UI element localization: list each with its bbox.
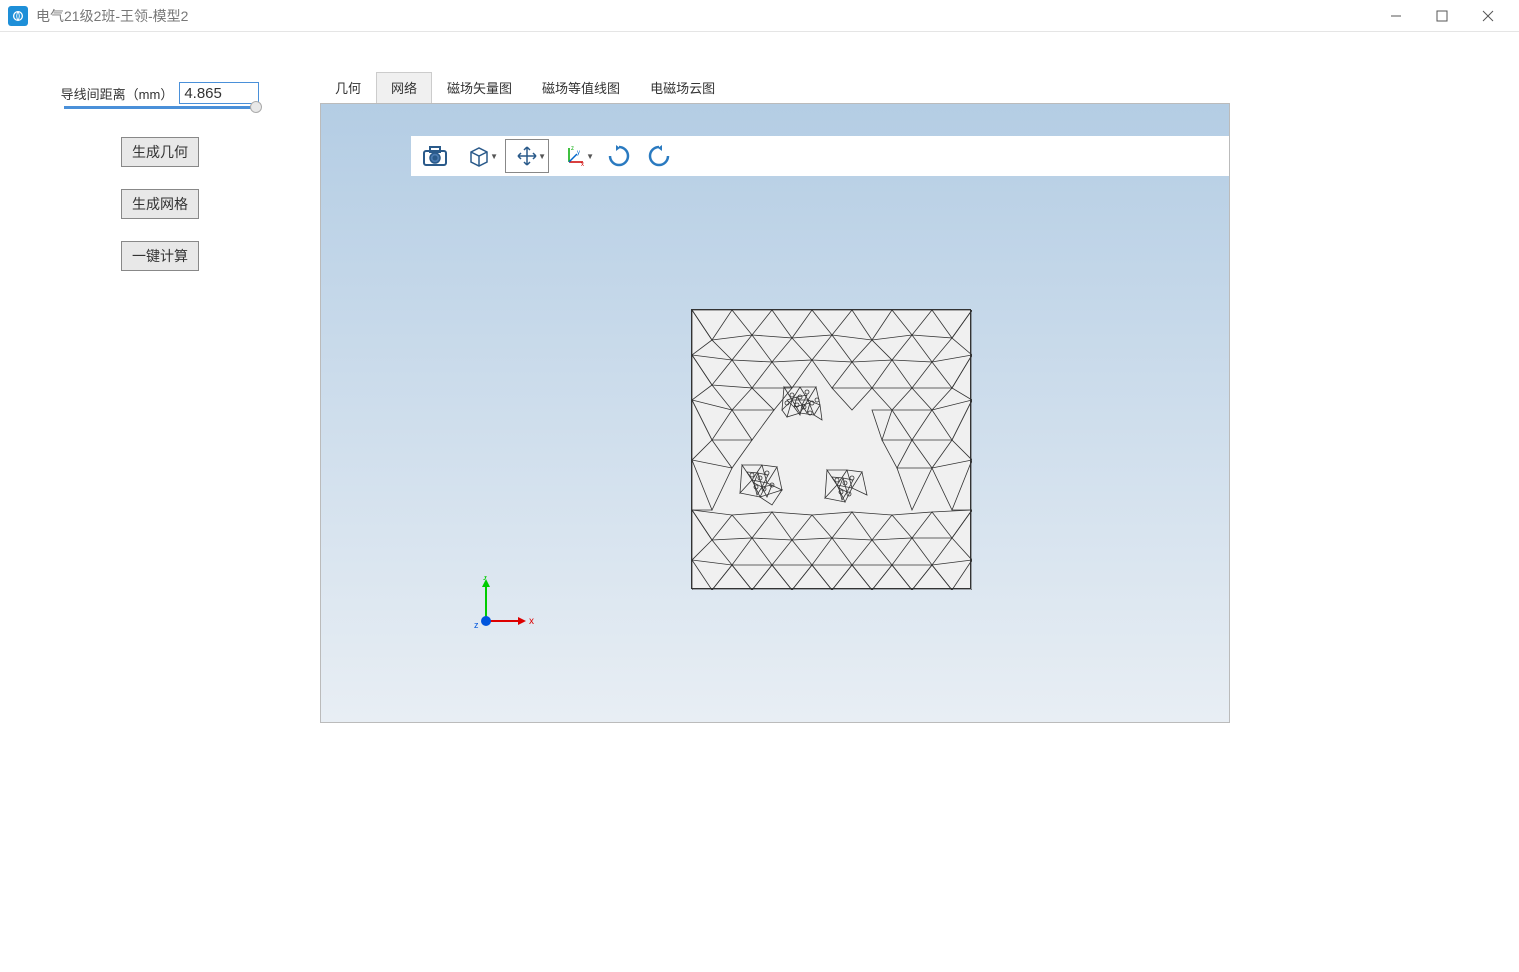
svg-text:x: x: [581, 162, 584, 168]
camera-icon: [422, 145, 448, 167]
app-icon: [8, 6, 28, 26]
pan-icon: [516, 145, 538, 167]
param-label: 导线间距离（mm）: [61, 84, 174, 103]
compute-button[interactable]: 一键计算: [121, 241, 199, 271]
titlebar: 电气21级2班-王领-模型2: [0, 0, 1519, 32]
chevron-down-icon: ▼: [586, 152, 594, 161]
main-content: 导线间距离（mm） 生成几何 生成网格 一键计算 几何 网络 磁场矢量图 磁场等…: [0, 32, 1519, 972]
mesh-svg: [692, 310, 972, 590]
tabs: 几何 网络 磁场矢量图 磁场等值线图 电磁场云图: [320, 72, 1499, 103]
pan-button[interactable]: ▼: [505, 139, 549, 173]
generate-geometry-button[interactable]: 生成几何: [121, 137, 199, 167]
minimize-icon: [1390, 10, 1402, 22]
rotate-ccw-button[interactable]: [641, 139, 677, 173]
window-title: 电气21级2班-王领-模型2: [36, 6, 1373, 26]
view-toolbar: ▼ ▼ z x y ▼: [411, 136, 1230, 176]
chevron-down-icon: ▼: [538, 152, 546, 161]
axis-indicator: y x z: [471, 576, 541, 636]
maximize-icon: [1436, 10, 1448, 22]
cube-view-button[interactable]: ▼: [457, 139, 501, 173]
svg-text:y: y: [577, 150, 580, 156]
wire-distance-input[interactable]: [179, 82, 259, 104]
axis-y-label: y: [483, 576, 488, 581]
minimize-button[interactable]: [1373, 0, 1419, 32]
rotate-cw-icon: [606, 143, 632, 169]
svg-text:z: z: [571, 146, 574, 152]
tab-mesh[interactable]: 网络: [376, 72, 432, 103]
maximize-button[interactable]: [1419, 0, 1465, 32]
tab-contour[interactable]: 磁场等值线图: [527, 72, 635, 103]
tab-geometry[interactable]: 几何: [320, 72, 376, 103]
axis-z-label: z: [474, 620, 479, 630]
sidebar: 导线间距离（mm） 生成几何 生成网格 一键计算: [0, 72, 320, 972]
axis-orient-button[interactable]: z x y ▼: [553, 139, 597, 173]
axis-orient-icon: z x y: [563, 144, 587, 168]
camera-button[interactable]: [417, 139, 453, 173]
tab-cloud[interactable]: 电磁场云图: [635, 72, 730, 103]
close-button[interactable]: [1465, 0, 1511, 32]
close-icon: [1482, 10, 1494, 22]
slider-thumb[interactable]: [250, 101, 262, 113]
tab-vector[interactable]: 磁场矢量图: [432, 72, 527, 103]
mesh-display: [691, 309, 971, 589]
axis-x-label: x: [529, 616, 534, 627]
rotate-cw-button[interactable]: [601, 139, 637, 173]
param-row: 导线间距离（mm）: [61, 82, 260, 104]
cube-icon: [467, 144, 491, 168]
chevron-down-icon: ▼: [490, 152, 498, 161]
viewport-3d[interactable]: ▼ ▼ z x y ▼: [320, 103, 1230, 723]
rotate-ccw-icon: [646, 143, 672, 169]
generate-mesh-button[interactable]: 生成网格: [121, 189, 199, 219]
wire-distance-slider[interactable]: [64, 106, 256, 109]
slider-track: [64, 106, 256, 109]
viewport-area: 几何 网络 磁场矢量图 磁场等值线图 电磁场云图 ▼ ▼: [320, 72, 1519, 972]
window-controls: [1373, 0, 1511, 32]
